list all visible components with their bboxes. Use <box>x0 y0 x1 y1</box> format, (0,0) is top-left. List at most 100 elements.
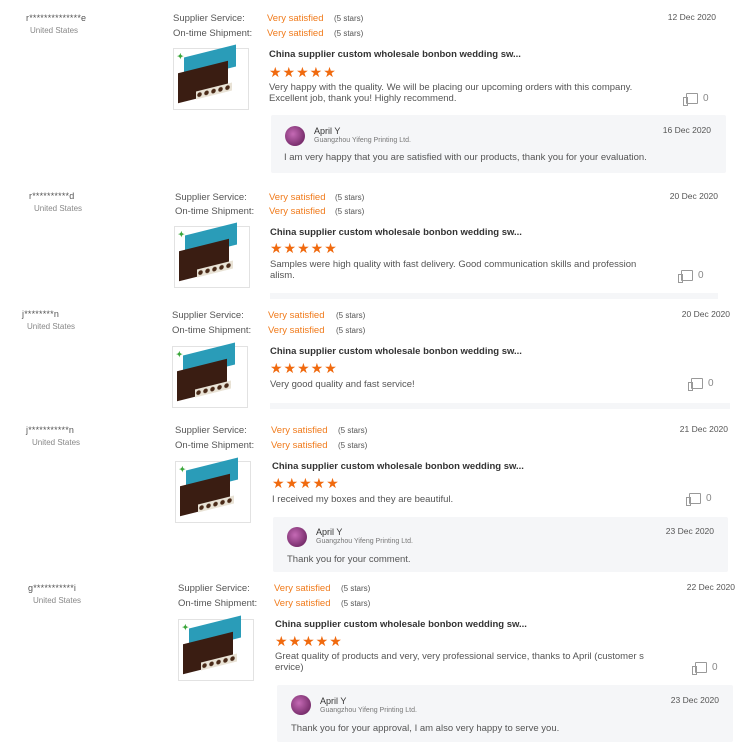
buyer-country: United States <box>33 596 82 605</box>
reply-peek <box>270 293 718 299</box>
thumbs-up-icon <box>692 662 707 675</box>
ontime-shipment-label: On-time Shipment: <box>173 28 253 39</box>
product-title[interactable]: China supplier custom wholesale bonbon w… <box>269 49 521 60</box>
like-button[interactable]: 0 <box>692 662 718 675</box>
ontime-shipment-stars: (5 stars) <box>338 441 368 450</box>
supplier-service-label: Supplier Service: <box>175 192 247 203</box>
ontime-shipment-value: Very satisfied <box>267 28 324 39</box>
like-button[interactable]: 0 <box>686 493 712 506</box>
review-comment: Very good quality and fast service! <box>270 379 415 390</box>
buyer-country: United States <box>32 438 81 447</box>
review-date: 22 Dec 2020 <box>686 582 735 592</box>
supplier-service-stars: (5 stars) <box>336 311 366 320</box>
reply-date: 16 Dec 2020 <box>662 125 711 135</box>
reply-company: Guangzhou Yifeng Printing Ltd. <box>316 538 413 545</box>
supplier-service-value: Very satisfied <box>274 583 331 594</box>
product-title[interactable]: China supplier custom wholesale bonbon w… <box>270 227 522 238</box>
ontime-shipment-label: On-time Shipment: <box>175 206 255 217</box>
reply-text: I am very happy that you are satisfied w… <box>284 152 647 163</box>
thumbs-up-icon <box>678 270 693 283</box>
like-count: 0 <box>712 662 718 674</box>
ontime-shipment-value: Very satisfied <box>269 206 326 217</box>
product-thumbnail[interactable]: ✦ <box>172 342 248 408</box>
supplier-reply: April Y Guangzhou Yifeng Printing Ltd. 2… <box>273 517 728 572</box>
product-thumbnail[interactable]: ✦ <box>173 44 249 110</box>
like-count: 0 <box>703 93 709 105</box>
buyer-name: r**************e <box>26 13 87 23</box>
supplier-service-stars: (5 stars) <box>338 426 368 435</box>
supplier-service-stars: (5 stars) <box>335 193 365 202</box>
ontime-shipment-value: Very satisfied <box>271 440 328 451</box>
supplier-reply: April Y Guangzhou Yifeng Printing Ltd. 1… <box>271 115 726 173</box>
ontime-shipment-label: On-time Shipment: <box>178 598 258 609</box>
review-date: 20 Dec 2020 <box>669 191 718 201</box>
supplier-service-value: Very satisfied <box>267 13 324 24</box>
review-date: 20 Dec 2020 <box>681 309 730 319</box>
ontime-shipment-stars: (5 stars) <box>341 599 371 608</box>
review-date: 12 Dec 2020 <box>667 12 716 22</box>
reply-date: 23 Dec 2020 <box>670 695 719 705</box>
supplier-service-stars: (5 stars) <box>341 584 371 593</box>
product-title[interactable]: China supplier custom wholesale bonbon w… <box>270 346 522 357</box>
buyer-country: United States <box>34 204 83 213</box>
supplier-service-label: Supplier Service: <box>172 310 244 321</box>
reply-date: 23 Dec 2020 <box>665 526 714 536</box>
ontime-shipment-value: Very satisfied <box>268 325 325 336</box>
like-count: 0 <box>698 270 704 282</box>
badge-icon: ✦ <box>177 52 184 61</box>
review-comment: I received my boxes and they are beautif… <box>272 494 454 505</box>
rating-stars: ★★★★★ <box>270 240 338 256</box>
supplier-service-label: Supplier Service: <box>178 583 250 594</box>
product-title[interactable]: China supplier custom wholesale bonbon w… <box>275 619 527 630</box>
buyer-name: r**********d <box>29 191 75 201</box>
badge-icon: ✦ <box>182 623 189 632</box>
badge-icon: ✦ <box>178 230 185 239</box>
thumbs-up-icon <box>686 493 701 506</box>
ontime-shipment-value: Very satisfied <box>274 598 331 609</box>
reply-author: April Y <box>320 696 347 706</box>
ontime-shipment-label: On-time Shipment: <box>175 440 255 451</box>
buyer-country: United States <box>27 322 76 331</box>
supplier-service-value: Very satisfied <box>268 310 325 321</box>
review-comment: Great quality of products and very, very… <box>275 651 644 673</box>
product-thumbnail[interactable]: ✦ <box>174 222 250 288</box>
thumbs-up-icon <box>683 93 698 106</box>
review-comment: Very happy with the quality. We will be … <box>269 82 633 104</box>
buyer-name: g***********i <box>28 583 77 593</box>
rating-stars: ★★★★★ <box>270 360 338 376</box>
buyer-country: United States <box>30 26 79 35</box>
reply-author: April Y <box>316 527 343 537</box>
review-comment: Samples were high quality with fast deli… <box>270 259 637 281</box>
avatar-icon <box>287 527 307 547</box>
rating-stars: ★★★★★ <box>272 475 340 491</box>
like-button[interactable]: 0 <box>683 93 709 106</box>
product-thumbnail[interactable]: ✦ <box>178 615 254 681</box>
rating-stars: ★★★★★ <box>269 64 337 80</box>
ontime-shipment-stars: (5 stars) <box>336 326 366 335</box>
reply-company: Guangzhou Yifeng Printing Ltd. <box>314 137 411 144</box>
ontime-shipment-stars: (5 stars) <box>335 207 365 216</box>
like-button[interactable]: 0 <box>688 378 714 391</box>
supplier-reply: April Y Guangzhou Yifeng Printing Ltd. 2… <box>277 685 733 742</box>
like-count: 0 <box>708 378 714 390</box>
reply-author: April Y <box>314 126 341 136</box>
buyer-name: j***********n <box>26 425 75 435</box>
thumbs-up-icon <box>688 378 703 391</box>
product-thumbnail[interactable]: ✦ <box>175 457 251 523</box>
badge-icon: ✦ <box>176 350 183 359</box>
ontime-shipment-label: On-time Shipment: <box>172 325 252 336</box>
supplier-service-value: Very satisfied <box>269 192 326 203</box>
like-button[interactable]: 0 <box>678 270 704 283</box>
product-title[interactable]: China supplier custom wholesale bonbon w… <box>272 461 524 472</box>
avatar-icon <box>285 126 305 146</box>
supplier-service-label: Supplier Service: <box>173 13 245 24</box>
ontime-shipment-stars: (5 stars) <box>334 29 364 38</box>
reply-peek <box>270 403 730 409</box>
review-date: 21 Dec 2020 <box>679 424 728 434</box>
buyer-name: j********n <box>22 309 60 319</box>
supplier-service-value: Very satisfied <box>271 425 328 436</box>
supplier-service-label: Supplier Service: <box>175 425 247 436</box>
rating-stars: ★★★★★ <box>275 633 343 649</box>
badge-icon: ✦ <box>179 465 186 474</box>
reply-text: Thank you for your approval, I am also v… <box>291 723 560 734</box>
